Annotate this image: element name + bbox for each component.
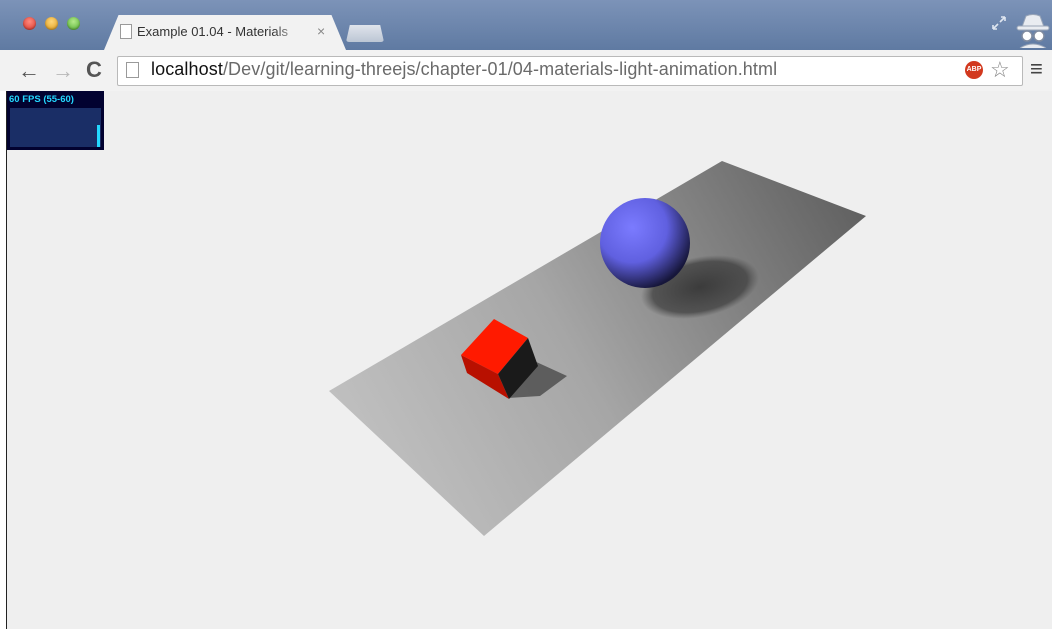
sphere	[600, 198, 690, 288]
three-scene	[329, 161, 866, 536]
fps-label: 60 FPS (55-60)	[9, 94, 74, 105]
ground-plane	[329, 161, 866, 536]
browser-window: Example 01.04 - Materials × ← → C localh…	[0, 0, 1052, 629]
fps-graph	[10, 108, 101, 147]
fps-graph-bar	[97, 125, 100, 147]
